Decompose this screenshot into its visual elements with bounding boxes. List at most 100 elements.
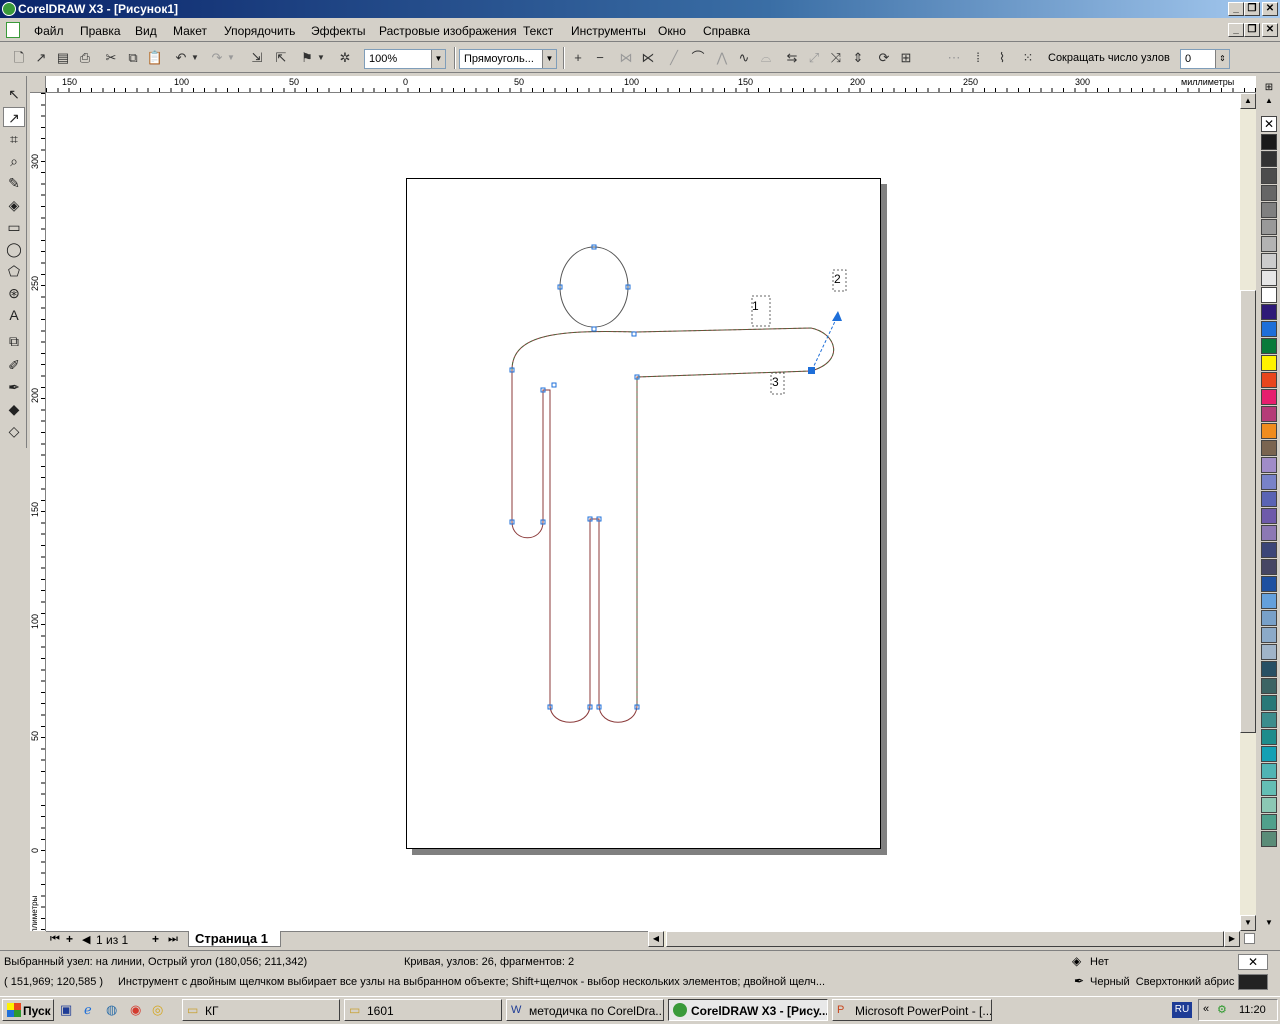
menu-tools[interactable]: Инструменты [571, 24, 646, 38]
add-page-after-icon[interactable]: + [152, 932, 159, 946]
no-color-swatch-icon[interactable]: ✕ [1261, 116, 1277, 132]
add-page-before-icon[interactable]: + [66, 932, 73, 946]
horizontal-scrollbar[interactable]: ◀ ▶ [648, 931, 1240, 947]
ie-quicklaunch-icon[interactable]: ℯ [84, 1002, 92, 1018]
undo-icon[interactable]: ↶ [172, 49, 190, 67]
selection-mode-select[interactable]: Прямоуголь... ▼ [459, 49, 557, 69]
cusp-node-icon[interactable]: ⋀ [713, 49, 731, 67]
menu-bitmaps[interactable]: Растровые изображения [379, 24, 517, 38]
language-indicator[interactable]: RU [1172, 1002, 1192, 1018]
smart-fill-tool-icon[interactable]: ◈ [3, 195, 25, 215]
cut-icon[interactable]: ✂ [102, 49, 120, 67]
color-swatch[interactable] [1261, 831, 1277, 847]
task-word-doc[interactable]: W методичка по CorelDra... [506, 999, 664, 1021]
figure-body-outline[interactable] [511, 327, 834, 723]
vertical-ruler[interactable]: 300 250 200 150 100 50 0 миллиметры [30, 93, 46, 931]
undo-dropdown-icon[interactable]: ▼ [190, 49, 200, 67]
menu-effects[interactable]: Эффекты [311, 24, 366, 38]
redo-icon[interactable]: ↷ [208, 49, 226, 67]
reduce-nodes-input[interactable]: 0 ⇕ [1180, 49, 1230, 69]
vertical-scroll-thumb[interactable] [1240, 290, 1256, 733]
doc-minimize-button[interactable]: _ [1228, 23, 1244, 37]
extend-curve-icon[interactable]: ⤢ [805, 49, 823, 67]
browser-quicklaunch-icon[interactable]: ◍ [106, 1002, 117, 1018]
coreldraw-app-icon[interactable] [2, 2, 16, 16]
color-swatch[interactable] [1261, 372, 1277, 388]
color-swatch[interactable] [1261, 678, 1277, 694]
shape-tool-icon[interactable]: ↗ [3, 107, 25, 127]
copy-icon[interactable]: ⧉ [124, 49, 142, 67]
figure-selected-subpath[interactable] [511, 327, 834, 705]
ellipse-tool-icon[interactable]: ◯ [3, 239, 25, 259]
color-swatch[interactable] [1261, 185, 1277, 201]
ruler-origin-icon[interactable] [30, 76, 46, 93]
color-swatch[interactable] [1261, 389, 1277, 405]
scroll-up-icon[interactable]: ▲ [1240, 93, 1256, 109]
menu-text[interactable]: Текст [523, 24, 553, 38]
prev-page-icon[interactable]: ◀ [82, 933, 90, 946]
color-swatch[interactable] [1261, 338, 1277, 354]
fill-tool-icon[interactable]: ◆ [3, 399, 25, 419]
selected-node[interactable] [808, 367, 815, 374]
elastic-mode-icon[interactable]: ⋯ [945, 49, 963, 67]
fill-swatch-icon[interactable]: ✕ [1238, 954, 1268, 970]
color-swatch[interactable] [1261, 236, 1277, 252]
first-page-icon[interactable]: ⏮ [50, 933, 60, 946]
node-handle[interactable] [551, 382, 557, 388]
outline-swatch[interactable] [1238, 974, 1268, 990]
zoom-level-select[interactable]: 100% ▼ [364, 49, 446, 69]
color-swatch[interactable] [1261, 321, 1277, 337]
launcher-dropdown-icon[interactable]: ▼ [316, 49, 326, 67]
color-swatch[interactable] [1261, 627, 1277, 643]
color-swatch[interactable] [1261, 134, 1277, 150]
document-icon[interactable] [6, 22, 20, 38]
reduce-nodes-icon[interactable]: ⁙ [1019, 49, 1037, 67]
color-swatch[interactable] [1261, 661, 1277, 677]
network-icon[interactable]: ⚙ [1217, 1003, 1227, 1016]
vertical-scrollbar[interactable]: ▲ ▼ [1240, 93, 1256, 931]
corel-online-icon[interactable]: ✲ [336, 49, 354, 67]
color-swatch[interactable] [1261, 780, 1277, 796]
palette-scroll-up-icon[interactable]: ▲ [1261, 96, 1277, 106]
delete-node-icon[interactable]: − [591, 49, 609, 67]
horizontal-ruler[interactable]: 150 100 50 0 50 100 150 200 250 300 милл… [46, 76, 1256, 93]
rectangle-tool-icon[interactable]: ▭ [3, 217, 25, 237]
color-swatch[interactable] [1261, 355, 1277, 371]
pick-tool-icon[interactable]: ↖ [3, 84, 25, 104]
stick-figure-drawing[interactable]: 1 2 3 [46, 93, 1240, 931]
task-kg-folder[interactable]: ▭ КГ [182, 999, 340, 1021]
rotate-nodes-icon[interactable]: ⟳ [875, 49, 893, 67]
control-handle-line[interactable] [811, 314, 839, 371]
save-quicklaunch-icon[interactable]: ▣ [60, 1002, 72, 1018]
last-page-icon[interactable]: ⏭ [168, 933, 178, 946]
color-swatch[interactable] [1261, 593, 1277, 609]
minimize-button[interactable]: _ [1228, 2, 1244, 16]
palette-scroll-down-icon[interactable]: ▼ [1261, 918, 1277, 928]
eyedropper-tool-icon[interactable]: ✐ [3, 355, 25, 375]
menu-edit[interactable]: Правка [80, 24, 121, 38]
scroll-right-icon[interactable]: ▶ [1224, 931, 1240, 947]
close-button[interactable]: ✕ [1262, 2, 1278, 16]
color-swatch[interactable] [1261, 253, 1277, 269]
stretch-nodes-icon[interactable]: ⇕ [849, 49, 867, 67]
color-swatch[interactable] [1261, 525, 1277, 541]
control-handle-arrow-icon[interactable] [832, 311, 842, 321]
color-swatch[interactable] [1261, 457, 1277, 473]
join-nodes-icon[interactable]: ⋈ [617, 49, 635, 67]
select-all-nodes-icon[interactable]: ⁞ [969, 49, 987, 67]
horizontal-scroll-thumb[interactable] [666, 931, 1224, 947]
save-icon[interactable]: ▤ [54, 49, 72, 67]
color-swatch[interactable] [1261, 746, 1277, 762]
import-icon[interactable]: ⇲ [248, 49, 266, 67]
to-line-icon[interactable]: ╱ [665, 49, 683, 67]
color-swatch[interactable] [1261, 542, 1277, 558]
chrome-quicklaunch-icon[interactable]: ◉ [130, 1002, 141, 1018]
color-swatch[interactable] [1261, 440, 1277, 456]
scroll-left-icon[interactable]: ◀ [648, 931, 664, 947]
doc-close-button[interactable]: ✕ [1262, 23, 1278, 37]
redo-dropdown-icon[interactable]: ▼ [226, 49, 236, 67]
color-swatch[interactable] [1261, 491, 1277, 507]
color-swatch[interactable] [1261, 644, 1277, 660]
menu-view[interactable]: Вид [135, 24, 157, 38]
scroll-down-icon[interactable]: ▼ [1240, 915, 1256, 931]
